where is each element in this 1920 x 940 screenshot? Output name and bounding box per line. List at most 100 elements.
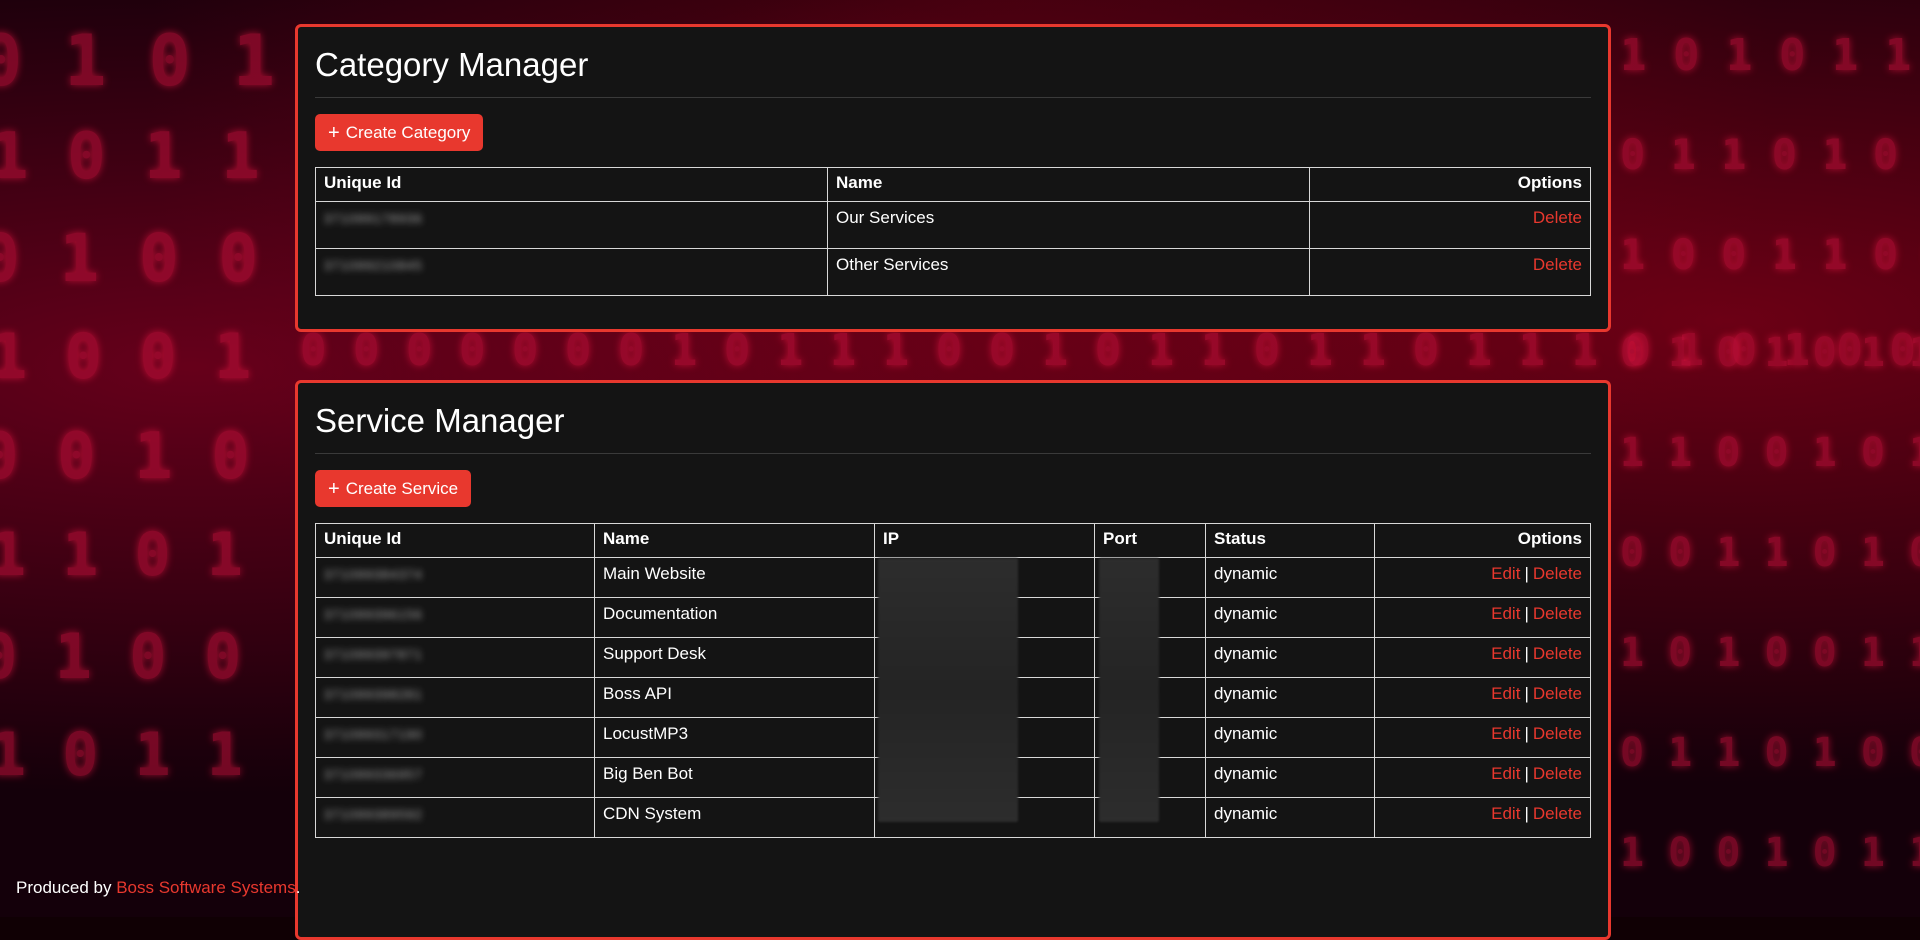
edit-link[interactable]: Edit (1491, 684, 1520, 703)
status-cell: dynamic (1205, 717, 1375, 758)
unique-id-value: 371099384374 (324, 567, 423, 582)
unique-id-cell: 371099384374 (315, 557, 595, 598)
footer-suffix: . (295, 878, 301, 897)
create-service-button[interactable]: + Create Service (315, 470, 472, 507)
binary-digits: 1 0 0 1 (0, 320, 252, 393)
options-separator: | (1524, 764, 1529, 783)
unique-id-cell: 371099336957 (315, 757, 595, 798)
footer: Produced by Boss Software Systems. (16, 878, 300, 898)
footer-company-link[interactable]: Boss Software Systems (116, 878, 296, 897)
name-cell: Boss API (594, 677, 875, 718)
options-separator: | (1524, 684, 1529, 703)
status-cell: dynamic (1205, 637, 1375, 678)
binary-digits: 0 0 1 0 (0, 420, 250, 494)
options-cell: Edit | Delete (1374, 757, 1591, 798)
options-cell: Edit | Delete (1374, 597, 1591, 638)
name-cell: Documentation (594, 597, 875, 638)
options-cell: Edit | Delete (1374, 717, 1591, 758)
unique-id-value: 371099398281 (324, 687, 423, 702)
binary-digits: 1 0 1 0 0 1 1 (1620, 630, 1920, 676)
options-separator: | (1524, 564, 1529, 583)
category-manager-panel: Category Manager + Create Category Uniqu… (295, 24, 1611, 332)
unique-id-cell: 371099396156 (315, 597, 595, 638)
column-header-status: Status (1205, 523, 1375, 558)
unique-id-value: 371099397871 (324, 647, 423, 662)
category-table: Unique Id Name Options 371099178936 Our … (315, 167, 1591, 296)
category-manager-title: Category Manager (315, 46, 589, 83)
options-cell: Delete (1309, 201, 1591, 249)
options-separator: | (1524, 724, 1529, 743)
column-header-options: Options (1309, 167, 1591, 202)
options-separator: | (1524, 604, 1529, 623)
unique-id-value: 371099317190 (324, 727, 423, 742)
footer-prefix: Produced by (16, 878, 117, 897)
binary-digits: 0 1 0 0 (0, 620, 242, 693)
binary-digits: 0 1 1 0 1 0 1 (1620, 130, 1920, 179)
delete-link[interactable]: Delete (1533, 764, 1582, 783)
edit-link[interactable]: Edit (1491, 764, 1520, 783)
create-category-button[interactable]: + Create Category (315, 114, 484, 151)
redacted-port-mask (1098, 557, 1159, 822)
delete-link[interactable]: Delete (1533, 644, 1582, 663)
status-cell: dynamic (1205, 757, 1375, 798)
binary-digits: 1 0 0 1 1 0 0 (1620, 230, 1920, 279)
name-cell: LocustMP3 (594, 717, 875, 758)
binary-digits: 0 1 0 0 (0, 220, 259, 297)
unique-id-cell: 371099317190 (315, 717, 595, 758)
delete-link[interactable]: Delete (1533, 684, 1582, 703)
status-cell: dynamic (1205, 677, 1375, 718)
column-header-name: Name (827, 167, 1310, 202)
name-cell: Main Website (594, 557, 875, 598)
options-separator: | (1524, 804, 1529, 823)
delete-link[interactable]: Delete (1533, 255, 1582, 274)
delete-link[interactable]: Delete (1533, 804, 1582, 823)
plus-icon: + (328, 477, 340, 500)
edit-link[interactable]: Edit (1491, 804, 1520, 823)
create-service-label: Create Service (345, 478, 459, 498)
delete-link[interactable]: Delete (1533, 604, 1582, 623)
create-category-label: Create Category (345, 122, 471, 142)
binary-digits: 0 0 1 1 0 1 0 (1620, 530, 1920, 576)
name-cell: Our Services (827, 201, 1310, 249)
delete-link[interactable]: Delete (1533, 564, 1582, 583)
edit-link[interactable]: Edit (1491, 564, 1520, 583)
options-cell: Edit | Delete (1374, 797, 1591, 838)
edit-link[interactable]: Edit (1491, 724, 1520, 743)
edit-link[interactable]: Edit (1491, 604, 1520, 623)
delete-link[interactable]: Delete (1533, 724, 1582, 743)
unique-id-value: 371099336957 (324, 767, 423, 782)
unique-id-value: 371099210845 (324, 258, 423, 273)
unique-id-cell: 371099398281 (315, 677, 595, 718)
binary-digits: 1 0 1 0 1 1 0 (1620, 30, 1920, 81)
divider (315, 453, 1591, 454)
service-manager-panel: Service Manager + Create Service Unique … (295, 380, 1611, 940)
table-header-row: Unique Id Name IP Port Status Options (315, 523, 1591, 558)
options-cell: Edit | Delete (1374, 637, 1591, 678)
table-row: 371099210845 Other Services Delete (315, 248, 1591, 296)
column-header-port: Port (1094, 523, 1206, 558)
column-header-options: Options (1374, 523, 1591, 558)
table-header-row: Unique Id Name Options (315, 167, 1591, 202)
unique-id-cell: 371099210845 (315, 248, 828, 296)
edit-link[interactable]: Edit (1491, 644, 1520, 663)
delete-link[interactable]: Delete (1533, 208, 1582, 227)
unique-id-cell: 371099389592 (315, 797, 595, 838)
binary-digits: 1 0 1 1 (0, 720, 243, 790)
column-header-unique-id: Unique Id (315, 167, 828, 202)
unique-id-cell: 371099397871 (315, 637, 595, 678)
binary-digits: 0 1 0 1 (0, 20, 276, 102)
divider (315, 97, 1591, 98)
table-row: 371099178936 Our Services Delete (315, 201, 1591, 249)
options-separator: | (1524, 644, 1529, 663)
unique-id-value: 371099389592 (324, 807, 423, 822)
column-header-name: Name (594, 523, 875, 558)
binary-digits: 0 1 1 0 1 0 0 (1620, 730, 1920, 776)
status-cell: dynamic (1205, 597, 1375, 638)
binary-digits: 1 0 1 1 (0, 120, 260, 194)
unique-id-cell: 371099178936 (315, 201, 828, 249)
status-cell: dynamic (1205, 557, 1375, 598)
column-header-unique-id: Unique Id (315, 523, 595, 558)
plus-icon: + (328, 121, 340, 144)
unique-id-value: 371099396156 (324, 607, 423, 622)
name-cell: CDN System (594, 797, 875, 838)
